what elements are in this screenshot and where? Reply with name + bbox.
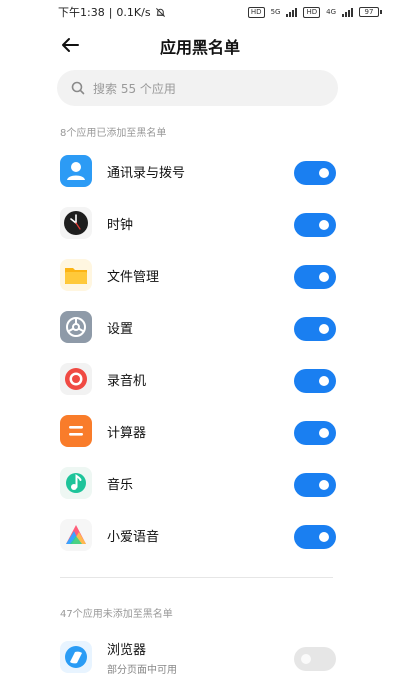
app-name: 时钟 — [107, 217, 134, 233]
search-placeholder: 搜索 55 个应用 — [93, 81, 176, 96]
app-name: 小爱语音 — [107, 529, 160, 545]
alarm-muted-icon — [155, 7, 165, 17]
status-bar: 下午1:38 | 0.1K/s HD 5G HD 4G 97 — [0, 0, 400, 24]
calculator-toggle[interactable] — [294, 421, 336, 445]
calculator-icon — [60, 415, 92, 447]
clock-toggle[interactable] — [294, 213, 336, 237]
recorder-icon — [60, 363, 92, 395]
browser-icon — [60, 641, 92, 673]
xiaoai-voice-icon — [60, 519, 92, 551]
app-subtitle: 部分页面中可用 — [107, 664, 177, 676]
settings-gear-icon — [60, 311, 92, 343]
app-row-settings[interactable]: 设置 — [60, 307, 336, 347]
status-time: 下午1:38 — [58, 6, 105, 19]
app-name: 计算器 — [107, 425, 147, 441]
contacts-icon — [60, 155, 92, 187]
header: 应用黑名单 — [0, 24, 400, 66]
search-icon — [71, 81, 85, 95]
hd-badge: HD — [247, 6, 265, 18]
app-name: 文件管理 — [107, 269, 160, 285]
section-divider — [60, 577, 333, 578]
folder-icon — [60, 259, 92, 291]
sim1-network-label: 5G — [270, 8, 281, 16]
sim2-network-label: 4G — [326, 8, 336, 16]
file-manager-toggle[interactable] — [294, 265, 336, 289]
signal-icon — [286, 7, 298, 17]
xiaoai-toggle[interactable] — [294, 525, 336, 549]
app-row-xiaoai[interactable]: 小爱语音 — [60, 515, 336, 555]
recorder-toggle[interactable] — [294, 369, 336, 393]
settings-toggle[interactable] — [294, 317, 336, 341]
app-name: 录音机 — [107, 373, 147, 389]
contacts-toggle[interactable] — [294, 161, 336, 185]
battery-icon: 97 — [359, 7, 382, 17]
app-row-contacts[interactable]: 通讯录与拨号 — [60, 151, 336, 191]
app-row-calculator[interactable]: 计算器 — [60, 411, 336, 451]
clock-icon — [60, 207, 92, 239]
app-row-browser[interactable]: 浏览器 部分页面中可用 — [60, 637, 336, 677]
hd-badge-2: HD — [303, 6, 321, 18]
app-name: 通讯录与拨号 — [107, 165, 186, 181]
page-title: 应用黑名单 — [159, 38, 240, 57]
network-speed: 0.1K/s — [116, 5, 151, 19]
blacklisted-section-label: 8个应用已添加至黑名单 — [60, 128, 167, 139]
app-name: 设置 — [107, 321, 134, 337]
battery-level: 97 — [359, 7, 379, 17]
music-icon — [60, 467, 92, 499]
app-name: 音乐 — [107, 477, 134, 493]
app-row-file-manager[interactable]: 文件管理 — [60, 255, 336, 295]
search-bar[interactable]: 搜索 55 个应用 — [57, 70, 338, 106]
browser-toggle[interactable] — [294, 647, 336, 671]
app-text: 浏览器 部分页面中可用 — [107, 639, 177, 676]
not-blacklisted-section-label: 47个应用未添加至黑名单 — [60, 609, 173, 620]
music-toggle[interactable] — [294, 473, 336, 497]
signal-icon-2 — [342, 7, 353, 17]
app-row-music[interactable]: 音乐 — [60, 463, 336, 503]
app-row-clock[interactable]: 时钟 — [60, 203, 336, 243]
app-name: 浏览器 — [107, 642, 147, 658]
app-row-recorder[interactable]: 录音机 — [60, 359, 336, 399]
